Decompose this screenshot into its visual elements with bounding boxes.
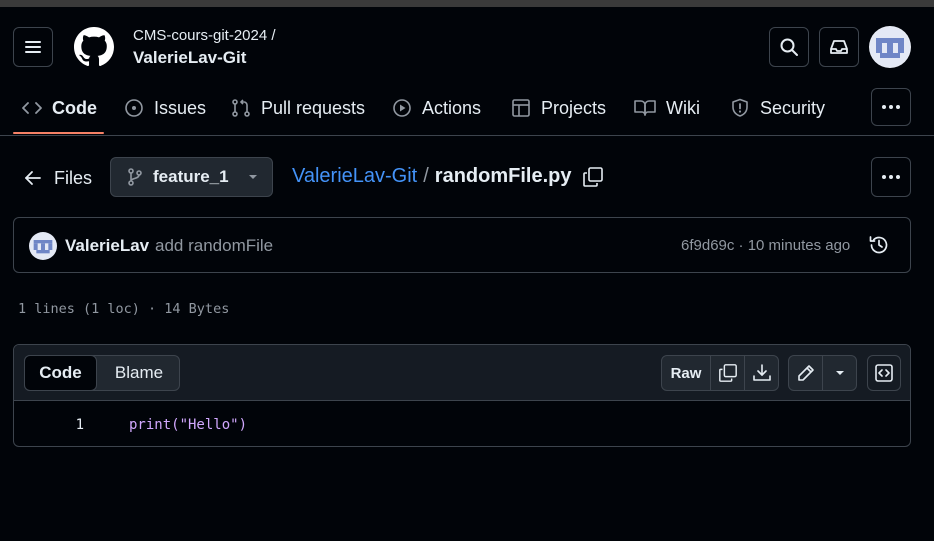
hamburger-icon [25, 41, 41, 53]
book-icon [634, 100, 656, 116]
branch-selector[interactable]: feature_1 [110, 157, 273, 197]
download-button[interactable] [745, 356, 778, 390]
blame-view-label: Blame [114, 363, 164, 382]
tab-projects[interactable]: Projects [511, 90, 606, 126]
issue-opened-icon [125, 99, 143, 117]
github-mark-icon [74, 27, 114, 67]
pencil-icon [797, 365, 814, 381]
breadcrumb-separator: / [423, 165, 429, 187]
commit-message[interactable]: add randomFile [155, 236, 273, 256]
copy-icon [718, 364, 737, 382]
header-divider [0, 135, 934, 136]
kebab-horizontal-icon [882, 175, 900, 179]
raw-actions-group: Raw [661, 355, 779, 391]
tab-wiki-label: Wiki [666, 97, 700, 118]
inbox-button[interactable] [819, 27, 859, 67]
inbox-icon [830, 40, 848, 54]
commit-author[interactable]: ValerieLav [65, 236, 149, 256]
shield-icon [732, 98, 748, 117]
copy-path-icon[interactable] [582, 166, 604, 188]
code-view-label: Code [39, 363, 82, 382]
tab-projects-label: Projects [541, 97, 607, 118]
tab-code-label: Code [52, 97, 97, 118]
tab-security[interactable]: Security [730, 90, 825, 126]
copy-raw-button[interactable] [711, 356, 745, 390]
code-text: print("Hello") [129, 417, 248, 433]
nav-more-button[interactable] [871, 88, 911, 126]
history-icon[interactable] [868, 234, 890, 256]
code-viewer: Code Blame Raw 1 print("Hello") [13, 344, 911, 447]
code-line-1: 1 print("Hello") [14, 415, 910, 435]
commit-sha-time[interactable]: 6f9d69c · 10 minutes ago [681, 237, 850, 254]
kebab-horizontal-icon [882, 105, 900, 109]
latest-commit-box: ValerieLav add randomFile 6f9d69c · 10 m… [13, 217, 911, 273]
repo-name-link[interactable]: ValerieLav-Git [133, 48, 246, 68]
raw-button[interactable]: Raw [662, 356, 711, 390]
file-more-button[interactable] [871, 157, 911, 197]
github-logo[interactable] [74, 27, 114, 67]
edit-actions-group [788, 355, 857, 391]
arrow-left-icon [25, 171, 41, 185]
tab-issues-label: Issues [154, 97, 207, 118]
tab-pull-requests-label: Pull requests [261, 97, 366, 118]
table-icon [512, 99, 530, 117]
tab-pull-requests[interactable]: Pull requests [231, 90, 365, 126]
blame-view-tab[interactable]: Blame [99, 356, 179, 390]
code-icon [22, 102, 42, 114]
tab-actions[interactable]: Actions [392, 90, 481, 126]
tab-actions-label: Actions [422, 97, 482, 118]
edit-dropdown-button[interactable] [823, 356, 856, 390]
repo-owner-link[interactable]: CMS-cours-git-2024 / [133, 27, 276, 44]
menu-button[interactable] [13, 27, 53, 67]
search-button[interactable] [769, 27, 809, 67]
play-icon [393, 99, 411, 117]
triangle-down-icon [835, 371, 844, 375]
files-label: Files [54, 167, 93, 188]
breadcrumb-repo-link[interactable]: ValerieLav-Git [292, 165, 417, 188]
identicon-icon [29, 232, 57, 260]
triangle-down-icon [248, 175, 257, 179]
code-square-icon [875, 364, 893, 382]
files-back-button[interactable]: Files [24, 163, 92, 193]
identicon-icon [870, 27, 910, 67]
tab-wiki[interactable]: Wiki [634, 90, 700, 126]
download-icon [752, 364, 771, 381]
search-icon [780, 38, 798, 56]
file-info: 1 lines (1 loc) · 14 Bytes [18, 301, 230, 317]
tab-security-label: Security [760, 97, 826, 118]
window-top-strip [0, 0, 934, 7]
raw-label: Raw [670, 364, 702, 382]
selected-tab-underline [13, 132, 104, 134]
breadcrumb-filename: randomFile.py [434, 165, 572, 187]
symbols-button[interactable] [867, 355, 901, 391]
view-toggle: Code Blame [24, 355, 180, 391]
user-avatar[interactable] [869, 26, 911, 68]
code-view-tab[interactable]: Code [24, 355, 97, 391]
commit-author-avatar[interactable] [29, 232, 57, 260]
edit-file-button[interactable] [789, 356, 823, 390]
tab-code[interactable]: Code [22, 90, 97, 126]
git-branch-icon [128, 168, 142, 186]
git-pull-request-icon [232, 99, 250, 117]
tab-issues[interactable]: Issues [124, 90, 206, 126]
branch-name: feature_1 [153, 167, 229, 186]
line-number[interactable]: 1 [14, 417, 84, 433]
file-breadcrumb: ValerieLav-Git / randomFile.py [292, 165, 604, 188]
